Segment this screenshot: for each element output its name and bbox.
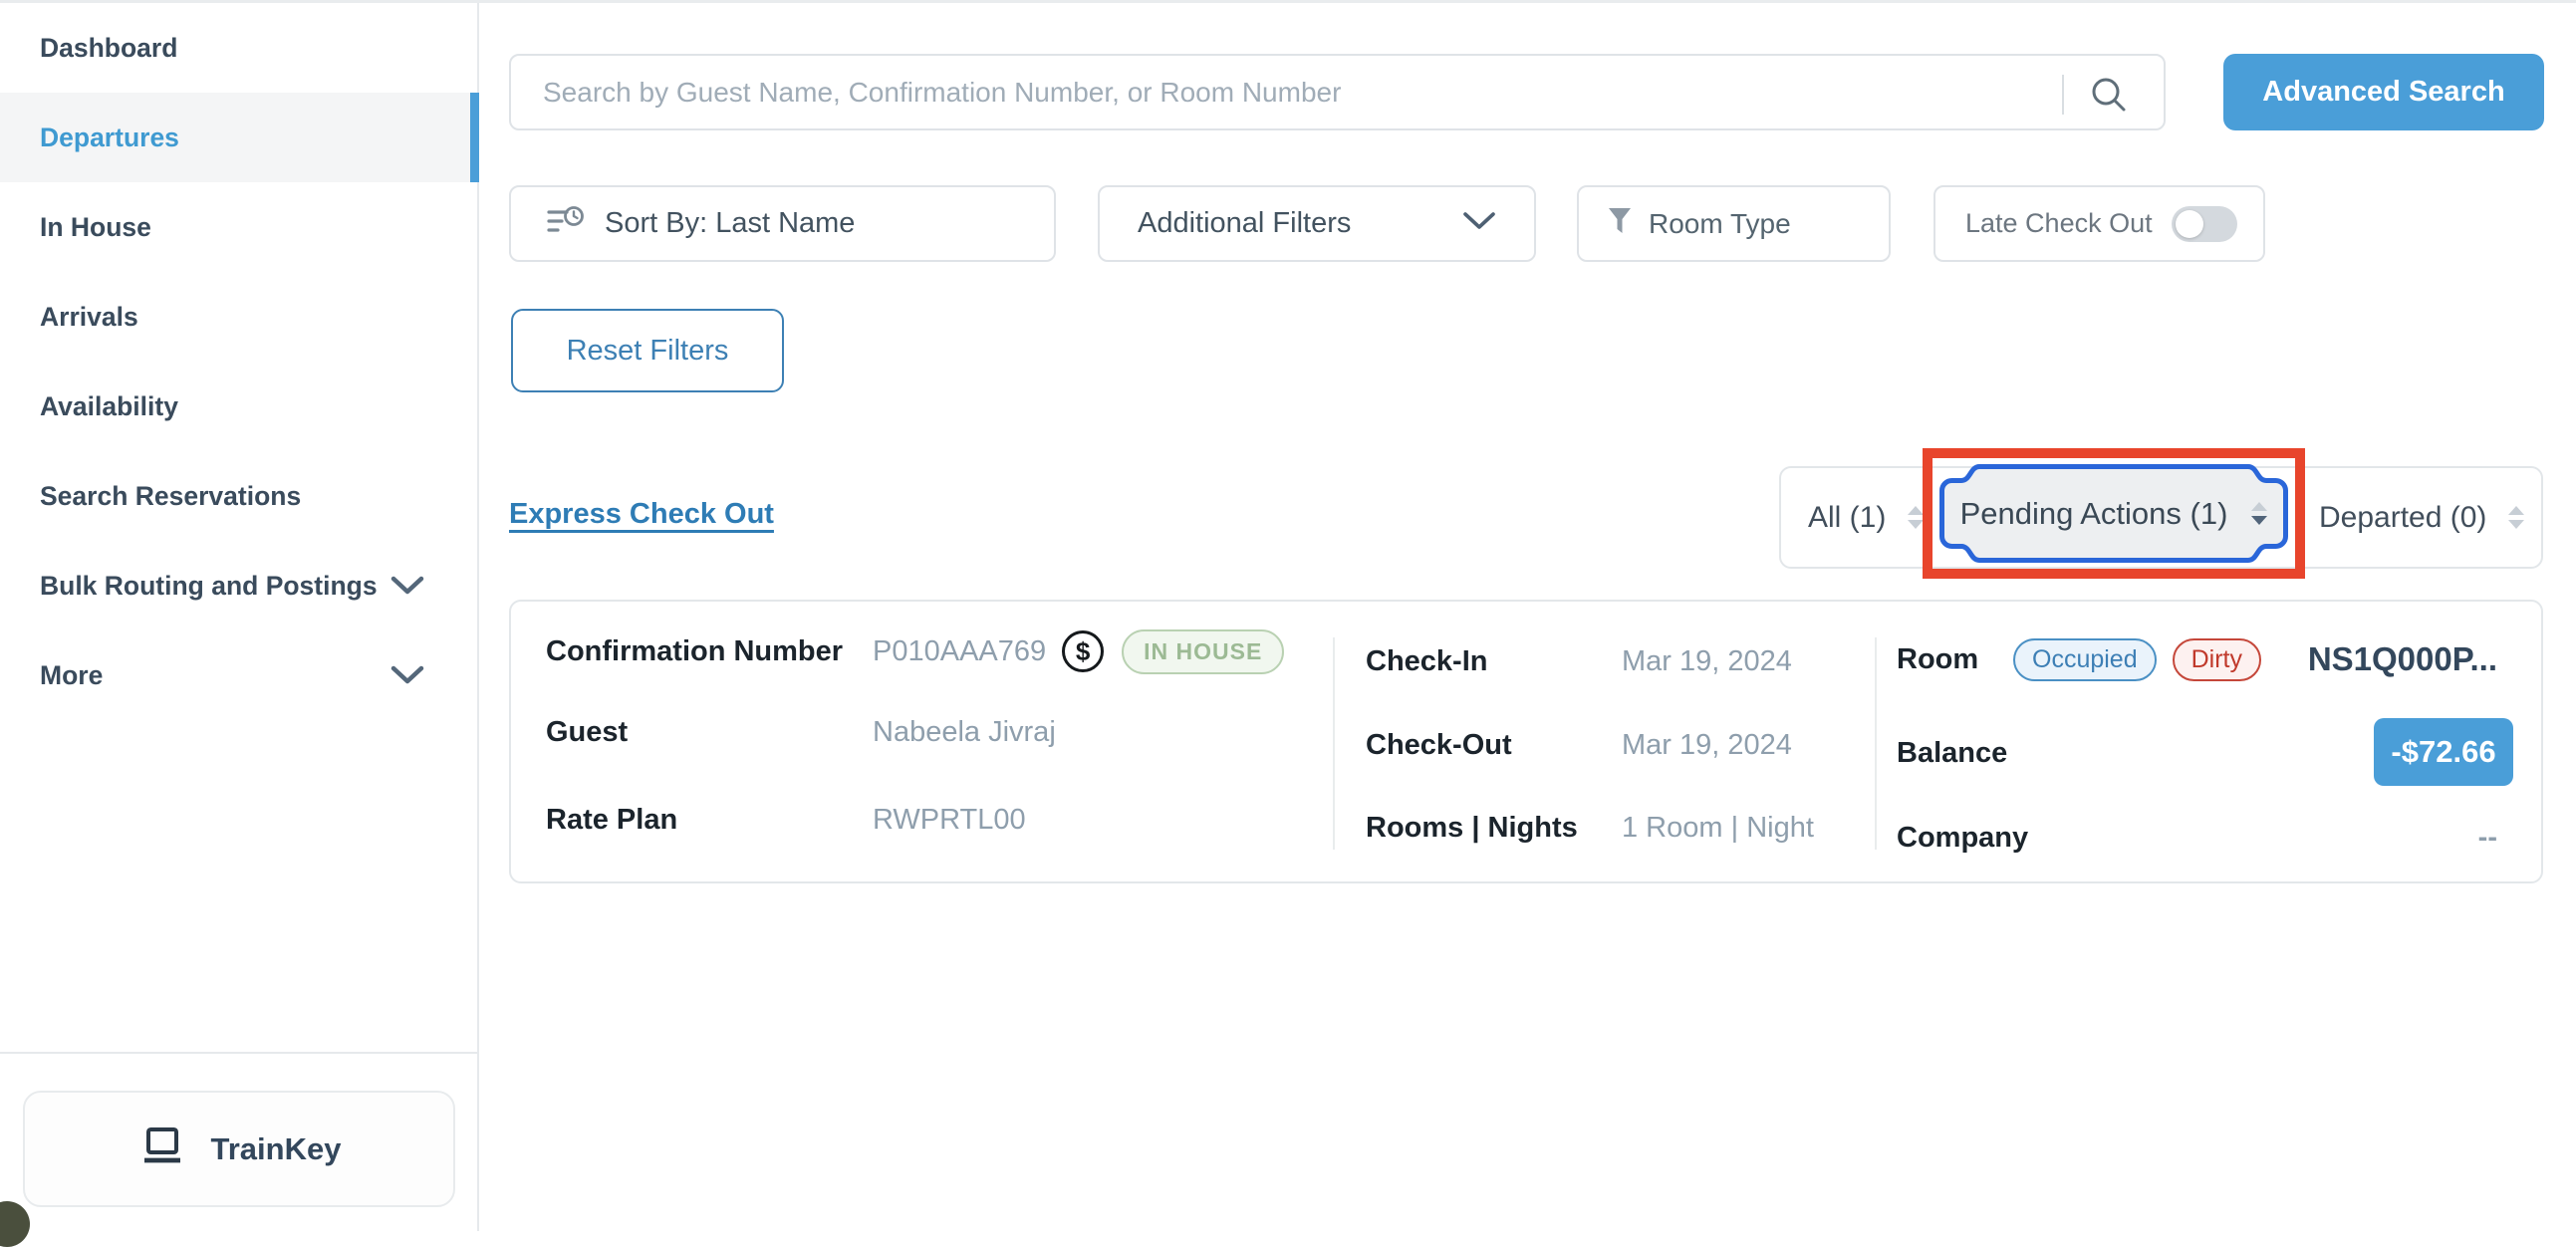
room-dirty-badge: Dirty [2173,638,2261,681]
sidebar-item-departures[interactable]: Departures [0,93,477,182]
toggle-knob [2176,210,2203,238]
search-box [509,54,2166,130]
tab-pending-actions[interactable]: Pending Actions (1) [1939,464,2288,563]
sidebar-item-more[interactable]: More [0,630,477,720]
sidebar-item-label: In House [40,212,151,243]
tab-departed[interactable]: Departed (0) [2319,468,2524,567]
trainkey-label: TrainKey [211,1131,342,1167]
sidebar-item-arrivals[interactable]: Arrivals [0,272,477,362]
dollar-circle-icon[interactable]: $ [1062,630,1104,672]
sidebar-item-label: Dashboard [40,33,177,64]
tab-all[interactable]: All (1) [1808,468,1924,567]
reset-filters-button[interactable]: Reset Filters [511,309,784,392]
tab-all-label: All (1) [1808,501,1886,535]
trainkey-button[interactable]: TrainKey [23,1091,455,1207]
sort-by-time-icon [545,202,585,245]
check-in-value: Mar 19, 2024 [1622,645,1792,678]
additional-filters-dropdown[interactable]: Additional Filters [1098,185,1536,262]
sidebar: Dashboard Departures In House Arrivals A… [0,0,479,1231]
company-value: -- [2478,812,2497,864]
corner-blob [0,1201,30,1247]
rate-plan-label: Rate Plan [546,804,677,837]
sort-arrows-icon[interactable] [2251,502,2267,525]
chevron-down-icon [389,575,425,597]
sort-up-arrow [2508,506,2524,515]
check-out-label: Check-Out [1366,729,1512,762]
rooms-nights-value: 1 Room | Night [1622,812,1814,845]
sort-down-arrow [1908,520,1924,529]
tab-pending-actions-label: Pending Actions (1) [1960,496,2228,532]
tab-departed-label: Departed (0) [2319,501,2486,535]
sidebar-item-label: Arrivals [40,302,138,333]
sidebar-item-label: More [40,660,103,691]
sidebar-item-dashboard[interactable]: Dashboard [0,3,477,93]
chevron-down-icon [389,664,425,686]
balance-label: Balance [1897,737,2007,770]
funnel-icon [1607,206,1633,241]
room-occupied-badge: Occupied [2013,638,2157,681]
advanced-search-button[interactable]: Advanced Search [2223,54,2544,130]
active-indicator-bar [470,93,479,182]
check-in-label: Check-In [1366,645,1487,678]
guest-label: Guest [546,716,628,749]
room-type-label: Room Type [1649,208,1791,240]
sidebar-item-in-house[interactable]: In House [0,182,477,272]
balance-amount-chip[interactable]: -$72.66 [2374,718,2513,786]
sidebar-bottom-divider [0,1052,479,1054]
room-number-value: NS1Q000P... [2308,633,2497,685]
sort-arrows-icon[interactable] [1908,506,1924,529]
sidebar-item-label: Departures [40,123,179,153]
page-top-border [0,0,2576,3]
rooms-nights-label: Rooms | Nights [1366,812,1578,845]
sidebar-item-label: Bulk Routing and Postings [40,571,378,602]
confirmation-number-label: Confirmation Number [546,635,843,668]
late-check-out-filter: Late Check Out [1933,185,2265,262]
card-column-divider [1875,637,1877,850]
in-house-status-badge: IN HOUSE [1122,629,1284,674]
room-label: Room [1897,643,1978,676]
sort-by-button[interactable]: Sort By: Last Name [509,185,1056,262]
additional-filters-label: Additional Filters [1138,207,1351,240]
chevron-down-icon [1462,211,1496,236]
sidebar-nav: Dashboard Departures In House Arrivals A… [0,3,477,720]
sidebar-item-label: Search Reservations [40,481,301,512]
sort-up-arrow [1908,506,1924,515]
guest-value: Nabeela Jivraj [873,716,1056,749]
sidebar-item-search-reservations[interactable]: Search Reservations [0,451,477,541]
sort-by-label: Sort By: Last Name [605,207,855,240]
search-divider [2062,75,2064,115]
sort-up-arrow [2251,502,2267,511]
sidebar-item-bulk-routing[interactable]: Bulk Routing and Postings [0,541,477,630]
express-check-out-link[interactable]: Express Check Out [509,498,774,531]
check-out-value: Mar 19, 2024 [1622,729,1792,762]
company-label: Company [1897,822,2028,855]
reservation-card[interactable]: Confirmation Number P010AAA769 $ IN HOUS… [509,600,2543,883]
laptop-icon [137,1125,187,1172]
sidebar-item-availability[interactable]: Availability [0,362,477,451]
card-column-divider [1333,637,1335,850]
confirmation-number-value: P010AAA769 [873,635,1046,668]
late-check-out-toggle[interactable] [2172,206,2237,242]
room-type-filter-button[interactable]: Room Type [1577,185,1891,262]
annotation-highlight-box: Pending Actions (1) [1923,448,2305,579]
search-input[interactable] [511,56,2164,128]
sort-down-arrow [2251,516,2267,525]
rate-plan-value: RWPRTL00 [873,804,1026,837]
late-check-out-label: Late Check Out [1965,208,2153,239]
sort-down-arrow [2508,520,2524,529]
sidebar-item-label: Availability [40,391,178,422]
sort-arrows-icon[interactable] [2508,506,2524,529]
search-icon[interactable] [2086,72,2132,123]
